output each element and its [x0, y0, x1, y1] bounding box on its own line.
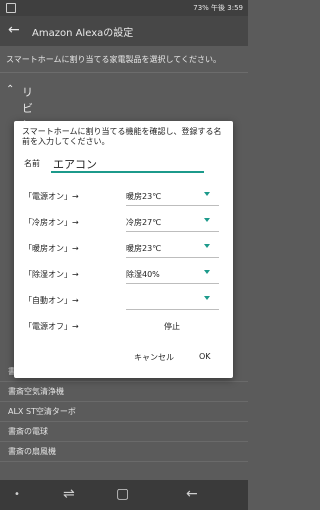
mapping-value: 停止 — [164, 322, 180, 331]
back-arrow-icon[interactable]: ← — [8, 22, 20, 38]
dialog-title: スマートホームに割り当てる機能を確認し、登録する名前を入力してください。 — [22, 127, 222, 146]
navigation-bar: • ⇌ ▢ ← — [0, 480, 248, 510]
battery-text: 73% — [193, 4, 209, 12]
list-item[interactable]: 書斎の扇風機 — [0, 442, 248, 462]
mapping-name: 「暖房オン」→ — [24, 244, 79, 253]
mapping-row[interactable]: 「冷房オン」→ 冷房27℃ — [14, 213, 233, 233]
mapping-row[interactable]: 「電源オン」→ 暖房23℃ — [14, 187, 233, 207]
dropdown-triangle-icon[interactable] — [204, 244, 210, 248]
mapping-name: 「除湿オン」→ — [24, 270, 79, 279]
mapping-name: 「電源オン」→ — [24, 192, 79, 201]
name-label: 名前 — [24, 159, 40, 168]
mapping-value: 除湿40% — [126, 270, 160, 279]
dropdown-triangle-icon[interactable] — [204, 192, 210, 196]
cancel-button[interactable]: キャンセル — [134, 352, 174, 363]
mapping-name: 「冷房オン」→ — [24, 218, 79, 227]
status-bar: 73% 午後 3:59 — [0, 0, 248, 16]
home-icon[interactable]: ▢ — [116, 486, 129, 502]
dialog-actions: キャンセル OK — [14, 346, 233, 368]
recent-apps-icon[interactable]: ⇌ — [63, 486, 75, 502]
page-title: Amazon Alexaの設定 — [32, 28, 134, 39]
notification-icon — [6, 3, 16, 13]
mapping-name: 「電源オフ」→ — [24, 322, 79, 331]
mapping-value: 冷房27℃ — [126, 218, 162, 227]
dropdown-triangle-icon[interactable] — [204, 270, 210, 274]
dropdown-triangle-icon[interactable] — [204, 296, 210, 300]
assign-dialog: スマートホームに割り当てる機能を確認し、登録する名前を入力してください。 名前 … — [14, 121, 233, 378]
mapping-value: 暖房23℃ — [126, 244, 162, 253]
ok-button[interactable]: OK — [199, 352, 211, 361]
chevron-up-icon: ⌃ — [6, 84, 15, 95]
mapping-row[interactable]: 「暖房オン」→ 暖房23℃ — [14, 239, 233, 259]
list-item[interactable]: 書斎の電球 — [0, 422, 248, 442]
mapping-name: 「自動オン」→ — [24, 296, 79, 305]
mapping-row: 「電源オフ」→ 停止 — [14, 317, 233, 337]
name-field[interactable] — [51, 153, 208, 174]
time-text: 午後 3:59 — [211, 4, 243, 12]
mapping-row[interactable]: 「自動オン」→ — [14, 291, 233, 311]
list-item[interactable]: 書斎空気清浄機 — [0, 382, 248, 402]
dropdown-triangle-icon[interactable] — [204, 218, 210, 222]
mapping-row[interactable]: 「除湿オン」→ 除湿40% — [14, 265, 233, 285]
app-bar: ← Amazon Alexaの設定 — [0, 16, 248, 46]
divider — [0, 72, 248, 73]
name-input[interactable] — [51, 154, 208, 174]
dot-icon[interactable]: • — [14, 489, 20, 500]
description-text: スマートホームに割り当てる家電製品を選択してください。 — [6, 55, 222, 64]
back-icon[interactable]: ← — [186, 486, 198, 502]
list-item[interactable]: ALX ST空清ターボ — [0, 402, 248, 422]
mapping-value: 暖房23℃ — [126, 192, 162, 201]
